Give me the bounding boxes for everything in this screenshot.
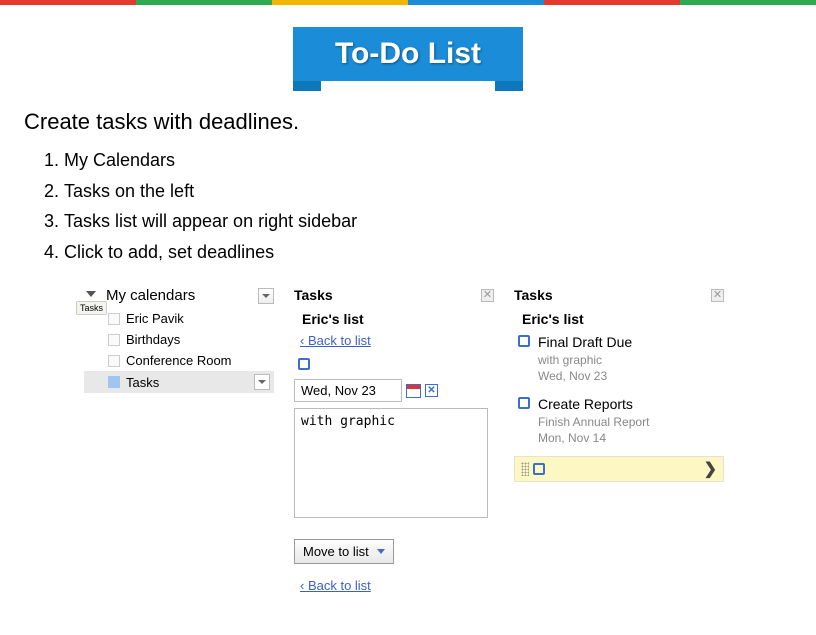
task-item[interactable]: Final Draft Due with graphic Wed, Nov 23 xyxy=(518,333,724,384)
task-note: with graphic xyxy=(538,352,632,368)
calendar-item[interactable]: Birthdays xyxy=(84,329,274,350)
task-date: Wed, Nov 23 xyxy=(538,368,632,384)
calendar-item-dropdown[interactable] xyxy=(254,374,270,390)
calendar-icon[interactable] xyxy=(406,384,421,398)
move-to-list-button[interactable]: Move to list xyxy=(294,539,394,564)
task-title: Final Draft Due xyxy=(538,333,632,352)
section-heading: Create tasks with deadlines. xyxy=(24,109,792,135)
calendar-item-label: Eric Pavik xyxy=(126,311,184,326)
task-list-name: Eric's list xyxy=(522,311,724,327)
calendar-item-tasks[interactable]: Tasks xyxy=(84,371,274,393)
back-to-list-link-bottom[interactable]: ‹ Back to list xyxy=(300,578,371,593)
drag-handle-icon[interactable] xyxy=(521,462,529,476)
chevron-right-icon[interactable]: ❯ xyxy=(704,459,717,479)
chevron-down-icon xyxy=(262,294,270,298)
task-date: Mon, Nov 14 xyxy=(538,430,649,446)
my-calendars-panel: My calendars Tasks Eric Pavik Birthdays … xyxy=(84,287,274,603)
calendar-item-label: Conference Room xyxy=(126,353,232,368)
task-checkbox[interactable] xyxy=(518,397,530,409)
tasks-list-panel: Tasks ✕ Eric's list Final Draft Due with… xyxy=(514,287,724,603)
checkbox-icon[interactable] xyxy=(108,313,120,325)
step-item: My Calendars xyxy=(64,145,792,176)
task-list-name: Eric's list xyxy=(302,311,494,327)
close-icon[interactable]: ✕ xyxy=(711,289,724,302)
tasks-header: Tasks xyxy=(294,287,333,303)
calendar-item[interactable]: Eric Pavik xyxy=(84,308,274,329)
page-title: To-Do List xyxy=(335,37,481,70)
new-task-row[interactable]: ❯ xyxy=(514,456,724,482)
due-date-input[interactable] xyxy=(294,379,402,402)
chevron-down-icon xyxy=(258,380,266,384)
checkbox-icon[interactable] xyxy=(108,376,120,388)
calendars-dropdown-button[interactable] xyxy=(258,288,274,304)
calendar-item-label: Birthdays xyxy=(126,332,180,347)
my-calendars-label: My calendars xyxy=(106,287,195,304)
task-detail-panel: Tasks ✕ Eric's list ‹ Back to list ✕ Mov… xyxy=(294,287,494,603)
task-checkbox[interactable] xyxy=(298,358,310,370)
task-note: Finish Annual Report xyxy=(538,414,649,430)
clear-date-icon[interactable]: ✕ xyxy=(425,384,438,397)
move-to-list-label: Move to list xyxy=(303,544,369,559)
calendar-item-label: Tasks xyxy=(126,375,159,390)
step-item: Tasks list will appear on right sidebar xyxy=(64,206,792,237)
checkbox-icon[interactable] xyxy=(108,355,120,367)
step-item: Tasks on the left xyxy=(64,176,792,207)
task-title: Create Reports xyxy=(538,395,649,414)
back-to-list-link[interactable]: ‹ Back to list xyxy=(300,333,371,348)
calendar-item[interactable]: Conference Room xyxy=(84,350,274,371)
tasks-header: Tasks xyxy=(514,287,553,303)
close-icon[interactable]: ✕ xyxy=(481,289,494,302)
task-note-input[interactable] xyxy=(294,408,488,518)
my-calendars-title[interactable]: My calendars Tasks xyxy=(84,287,195,304)
chevron-down-icon xyxy=(86,291,96,297)
task-checkbox[interactable] xyxy=(533,463,545,475)
chevron-down-icon xyxy=(377,549,385,554)
calendar-list: Eric Pavik Birthdays Conference Room Tas… xyxy=(84,308,274,393)
top-color-bar xyxy=(0,0,816,5)
checkbox-icon[interactable] xyxy=(108,334,120,346)
page-title-banner: To-Do List xyxy=(293,27,523,81)
step-item: Click to add, set deadlines xyxy=(64,237,792,268)
task-item[interactable]: Create Reports Finish Annual Report Mon,… xyxy=(518,395,724,446)
steps-list: My Calendars Tasks on the left Tasks lis… xyxy=(24,145,792,267)
task-checkbox[interactable] xyxy=(518,335,530,347)
